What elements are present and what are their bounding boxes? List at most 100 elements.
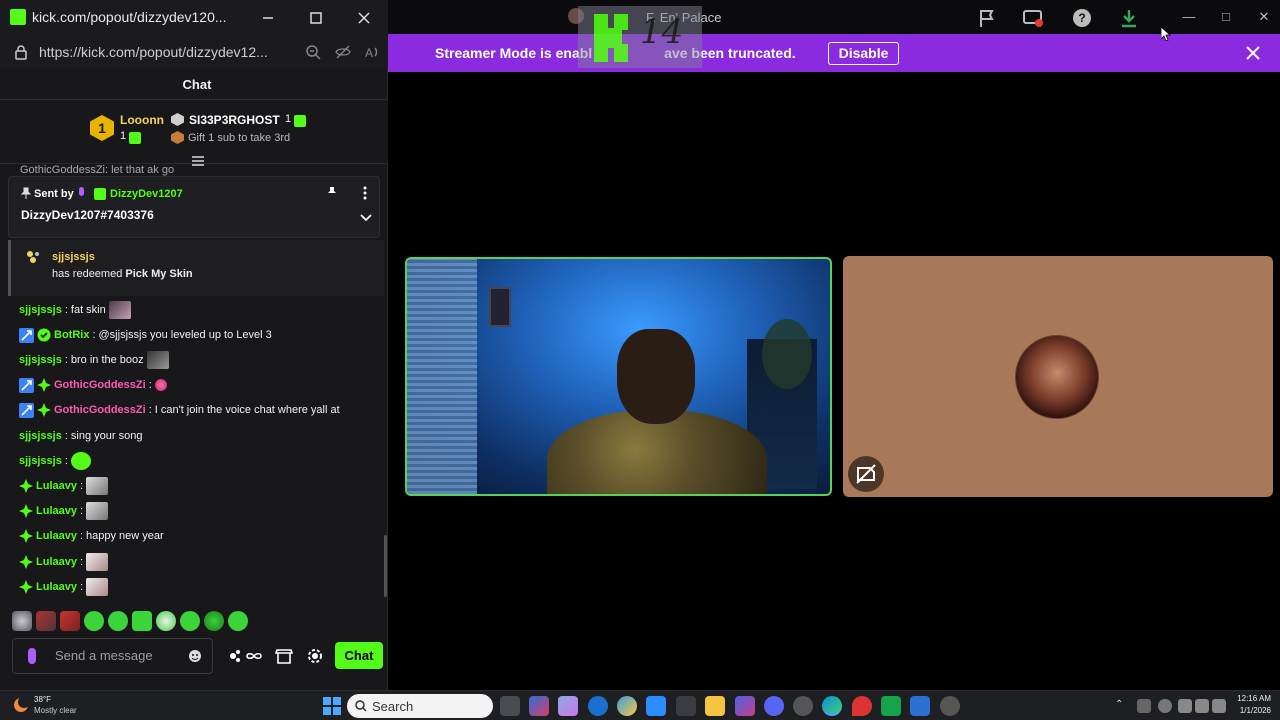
chat-username[interactable]: sjjsjssjs [19,430,62,442]
disable-streamer-mode-button[interactable]: Disable [828,42,899,65]
pinned-message[interactable]: Sent by DizzyDev1207 DizzyDev1207#740337… [8,176,380,238]
participant-tile[interactable] [843,256,1273,497]
chat-username[interactable]: sjjsjssjs [19,354,62,366]
infinity-icon[interactable] [243,645,265,667]
url-text[interactable]: https://kick.com/popout/dizzydev12... [39,44,268,60]
chat-message[interactable]: Lulaavy: [19,552,109,572]
chat-username[interactable]: BotRix [54,329,89,341]
media-player-icon[interactable] [940,696,960,716]
unpin-icon[interactable] [327,186,337,199]
weather-moon-icon[interactable] [12,696,30,714]
teams-icon[interactable] [735,696,755,716]
microphone-icon[interactable] [27,648,37,664]
copilot-app-icon[interactable] [558,696,578,716]
chrome-icon[interactable] [617,696,637,716]
flag-icon[interactable] [976,7,998,29]
weather-temperature[interactable]: 38°F [34,695,51,704]
settings-gear-icon[interactable] [304,645,326,667]
settings-icon[interactable] [793,696,813,716]
chat-scrollbar[interactable] [384,535,387,597]
zoom-icon[interactable] [646,696,666,716]
close-icon[interactable]: ✕ [1255,8,1273,26]
emote-button[interactable] [84,611,104,631]
discord-icon[interactable] [764,696,784,716]
chat-message[interactable]: sjjsjssjs: bro in the booz [19,350,169,370]
emote-button[interactable] [180,611,200,631]
clock-time[interactable]: 12:16 AM [1231,694,1271,703]
more-options-icon[interactable] [362,186,368,200]
emote-button[interactable] [204,611,224,631]
task-view-icon[interactable] [500,696,520,716]
clock-date[interactable]: 1/1/2026 [1231,706,1271,715]
emote-button[interactable] [36,611,56,631]
chat-message[interactable]: Lulaavy: [19,476,109,496]
store-icon[interactable] [273,645,295,667]
chevron-down-icon[interactable] [360,214,372,222]
chat-username[interactable]: Lulaavy [36,480,77,492]
chat-username[interactable]: sjjsjssjs [19,455,62,467]
emote-button[interactable] [228,611,248,631]
chat-message[interactable]: GothicGoddessZi: I can't join the voice … [19,400,340,420]
tray-app-icon[interactable] [1137,699,1151,713]
close-icon[interactable] [354,8,374,28]
emote-button[interactable] [108,611,128,631]
app-icon[interactable] [910,696,930,716]
download-icon[interactable] [1118,7,1140,29]
leaderboard-second-count: 1 [285,113,292,125]
hp-icon[interactable] [588,696,608,716]
speaking-video-tile[interactable] [405,257,832,496]
windows-start-icon[interactable] [323,697,341,715]
maps-icon[interactable] [852,696,872,716]
chat-message[interactable]: Lulaavy: [19,501,109,521]
chat-message[interactable]: sjjsjssjs: fat skin [19,300,131,320]
copilot-icon[interactable] [529,696,549,716]
read-aloud-icon[interactable]: A [364,44,380,60]
send-chat-button[interactable]: Chat [335,642,383,669]
edge-icon[interactable] [822,696,842,716]
battery-icon[interactable] [1212,699,1226,713]
leaderboard-second-name[interactable]: SI33P3RGHOST [189,113,280,127]
wifi-icon[interactable] [1178,699,1192,713]
chat-message[interactable]: sjjsjssjs: sing your song [19,426,142,446]
redeem-username[interactable]: sjjsjssjs [52,251,95,263]
volume-icon[interactable] [1195,699,1209,713]
leaderboard-first-name[interactable]: Looonn [120,113,164,127]
chat-message[interactable]: sjjsjssjs: [19,451,91,471]
zoom-icon[interactable] [305,44,321,60]
chevron-up-icon[interactable]: ⌃ [1115,699,1129,713]
emote-button[interactable] [60,611,80,631]
tracking-prevention-icon[interactable] [335,44,351,60]
help-icon[interactable]: ? [1071,7,1093,29]
chat-message[interactable]: Lulaavy: happy new year [19,526,164,546]
minimize-icon[interactable] [258,8,278,28]
emoji-picker-icon[interactable] [188,649,202,663]
kick-app-icon[interactable] [881,696,901,716]
address-bar[interactable]: https://kick.com/popout/dizzydev12... A [0,36,388,68]
chat-username[interactable]: sjjsjssjs [19,304,62,316]
close-banner-icon[interactable] [1244,44,1262,62]
emote-button[interactable] [12,611,32,631]
maximize-icon[interactable]: □ [1217,8,1235,26]
tray-mic-icon[interactable] [1158,699,1172,713]
maximize-icon[interactable] [306,8,326,28]
emote-button[interactable] [132,611,152,631]
screen-share-icon[interactable] [1022,7,1044,29]
chat-username[interactable]: Lulaavy [36,581,77,593]
file-explorer-icon[interactable] [705,696,725,716]
weather-description[interactable]: Mostly clear [34,706,77,715]
minimize-icon[interactable]: — [1180,8,1198,26]
chat-username[interactable]: Lulaavy [36,505,77,517]
emote-button[interactable] [156,611,176,631]
taskbar-search[interactable]: Search [347,694,493,718]
chat-message[interactable]: GothicGoddessZi: [19,375,167,395]
chat-username[interactable]: GothicGoddessZi [54,404,146,416]
chat-username[interactable]: Lulaavy [36,530,77,542]
chat-username[interactable]: GothicGoddessZi [54,379,146,391]
message-input[interactable]: Send a message [12,638,213,674]
pinned-username[interactable]: DizzyDev1207 [110,188,183,200]
gift-to-take-third[interactable]: Gift 1 sub to take 3rd [188,132,290,144]
chat-message[interactable]: BotRix: @sjjsjssjs you leveled up to Lev… [19,325,272,345]
store-icon[interactable] [676,696,696,716]
chat-message[interactable]: Lulaavy: [19,577,109,597]
chat-username[interactable]: Lulaavy [36,556,77,568]
